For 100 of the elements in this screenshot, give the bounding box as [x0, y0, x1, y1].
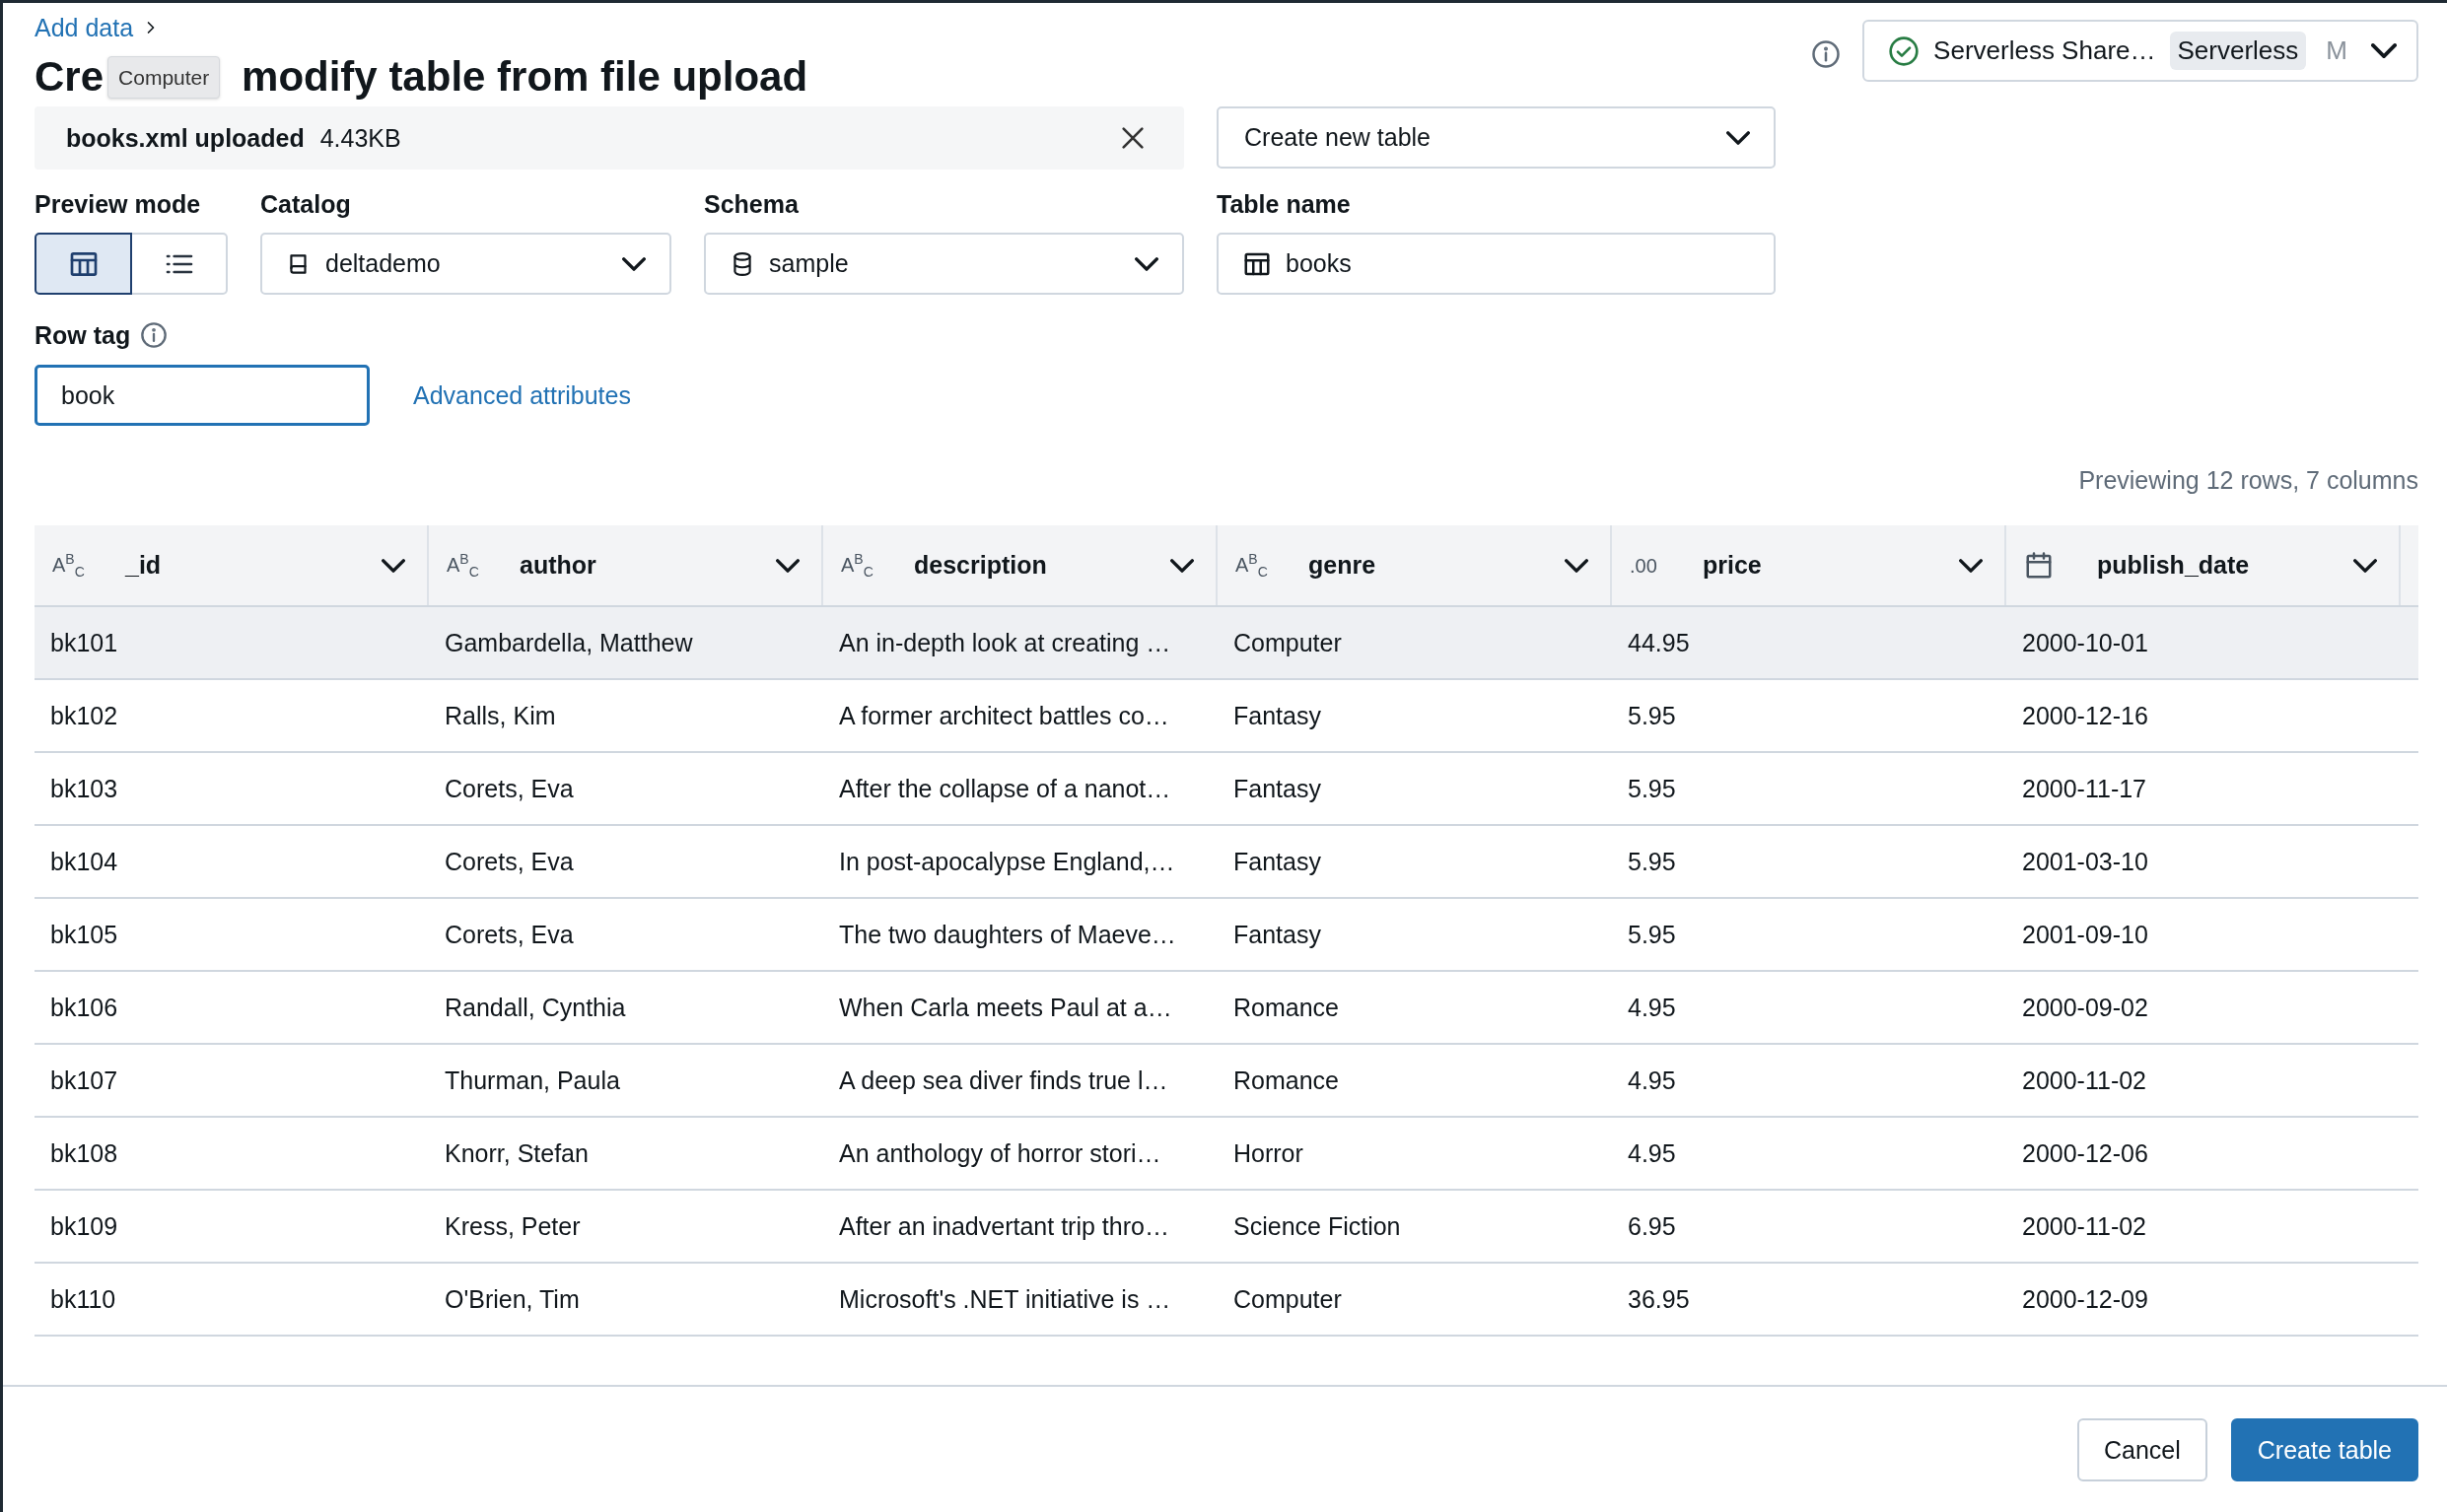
table-cell-text: 5.95 — [1627, 847, 1677, 876]
table-cell-text: bk105 — [49, 920, 119, 949]
table-cell-text: After an inadvertant trip thro… — [838, 1211, 1170, 1241]
compute-initial: M — [2326, 35, 2347, 66]
table-cell-text: 2001-03-10 — [2021, 847, 2149, 876]
caret-icon — [382, 558, 405, 573]
table-cell-text: Fantasy — [1232, 920, 1322, 949]
table-cell-text: Computer — [1232, 628, 1343, 657]
table-cell-text: An in-depth look at creating … — [838, 628, 1172, 657]
table-cell-text: Fantasy — [1232, 701, 1322, 730]
table-cell-text: A former architect battles co… — [838, 701, 1170, 730]
table-cell-text: 5.95 — [1627, 774, 1677, 803]
table-name-value: books — [1286, 249, 1353, 278]
table-cell-text: bk108 — [49, 1138, 119, 1168]
caret-icon — [2371, 43, 2397, 58]
table-cell-text: Corets, Eva — [444, 774, 575, 803]
column-name: description — [914, 551, 1048, 580]
table-cell-text: bk107 — [49, 1065, 119, 1095]
caret-icon — [776, 558, 800, 573]
table-cell-text: bk109 — [49, 1211, 119, 1241]
table-row[interactable]: bk107 Thurman, Paula A deep sea diver finds true l… Romance 4.95 2000-11-02 — [35, 1045, 2418, 1118]
table-cell-text: 2000-11-17 — [2021, 774, 2148, 803]
table-cell-text: 2000-09-02 — [2021, 993, 2149, 1022]
schema-value: sample — [769, 249, 850, 278]
caret-icon — [1565, 558, 1588, 573]
table-row[interactable]: bk103 Corets, Eva After the collapse of a nanot… Fantasy 5.95 2000-11-17 — [35, 753, 2418, 826]
table-cell-text: 2000-12-09 — [2021, 1284, 2149, 1314]
table-action-dropdown[interactable]: Create new table — [1217, 106, 1776, 169]
table-cell-text: 2000-10-01 — [2021, 628, 2149, 657]
table-cell-text: Knorr, Stefan — [444, 1138, 590, 1168]
info-icon — [1811, 39, 1842, 69]
table-cell-text: 4.95 — [1627, 993, 1677, 1022]
table-cell-text: Computer — [1232, 1284, 1343, 1314]
caret-icon — [1135, 256, 1158, 271]
compute-name: Serverless Share… — [1933, 35, 2156, 66]
table-row[interactable]: bk108 Knorr, Stefan An anthology of horror stori… Horror 4.95 2000-12-06 — [35, 1118, 2418, 1191]
page-title: modify table from file upload — [242, 53, 808, 101]
table-cell-text: 5.95 — [1627, 701, 1677, 730]
field-label: Preview mode — [35, 189, 202, 220]
table-cell-text: When Carla meets Paul at a… — [838, 993, 1173, 1022]
table-row[interactable]: bk109 Kress, Peter After an inadvertant trip thro… Science Fiction 6.95 2000-11-02 — [35, 1191, 2418, 1264]
table-row[interactable]: bk106 Randall, Cynthia When Carla meets Paul at a… Romance 4.95 2000-09-02 — [35, 972, 2418, 1045]
table-cell-text: A deep sea diver finds true l… — [838, 1065, 1169, 1095]
compute-selector[interactable]: Serverless Share… Serverless M — [1862, 20, 2418, 82]
table-cell-text: The two daughters of Maeve… — [838, 920, 1177, 949]
table-action-value: Create new table — [1244, 123, 1432, 152]
cancel-button[interactable]: Cancel — [2076, 1418, 2207, 1481]
caret-icon — [622, 256, 646, 271]
table-row[interactable]: bk110 O'Brien, Tim Microsoft's .NET initiative is … Computer 36.95 2000-12-09 — [35, 1264, 2418, 1337]
table-cell-text: Fantasy — [1232, 847, 1322, 876]
table-cell-text: 4.95 — [1627, 1138, 1677, 1168]
schema-dropdown[interactable]: sample — [704, 233, 1184, 295]
table-cell-text: After the collapse of a nanot… — [838, 774, 1172, 803]
column-header[interactable]: publish_date — [2006, 525, 2401, 605]
table-row[interactable]: bk104 Corets, Eva In post-apocalypse England,… Fantasy 5.95 2001-03-10 — [35, 826, 2418, 899]
table-cell-text: Corets, Eva — [444, 920, 575, 949]
table-cell-text: Romance — [1232, 993, 1340, 1022]
table-cell-text: Corets, Eva — [444, 847, 575, 876]
calendar-icon — [2024, 550, 2054, 581]
table-cell-text: O'Brien, Tim — [444, 1284, 581, 1314]
table-cell-text: An anthology of horror stori… — [838, 1138, 1162, 1168]
table-cell-text: 2000-12-16 — [2021, 701, 2149, 730]
table-cell-text: 6.95 — [1627, 1211, 1677, 1241]
caret-icon — [1959, 558, 1983, 573]
table-cell-text: bk101 — [49, 628, 119, 657]
field-label: Row tag — [35, 320, 131, 350]
table-row[interactable]: bk101 Gambardella, Matthew An in-depth look at creating … Computer 44.95 2000-10-01 — [35, 607, 2418, 680]
caret-icon — [2353, 558, 2377, 573]
field-label: Schema — [704, 189, 800, 220]
check-circle-icon — [1888, 34, 1921, 67]
table-cell-text: Gambardella, Matthew — [444, 628, 694, 657]
create-button[interactable]: Create table — [2230, 1418, 2418, 1481]
table-cell-text: Randall, Cynthia — [444, 993, 627, 1022]
table-cell-text: 2000-12-06 — [2021, 1138, 2149, 1168]
column-name: publish_date — [2097, 551, 2251, 580]
column-header[interactable]: .00 price — [1612, 525, 2006, 605]
row-tag-input[interactable]: book — [35, 365, 370, 426]
table-cell-text: 44.95 — [1627, 628, 1691, 657]
table-cell-text: 4.95 — [1627, 1065, 1677, 1095]
advanced-attributes-link[interactable]: Advanced attributes — [413, 380, 631, 410]
breadcrumb-link[interactable]: Add data — [35, 13, 134, 42]
preview-summary: Previewing 12 rows, 7 columns — [2077, 465, 2418, 496]
table-cell-text: Microsoft's .NET initiative is … — [838, 1284, 1172, 1314]
file-name: books.xml uploaded — [66, 123, 305, 153]
column-name: _id — [125, 551, 163, 580]
table-cell-text: Thurman, Paula — [444, 1065, 621, 1095]
table-row[interactable]: bk105 Corets, Eva The two daughters of Maeve… Fantasy 5.95 2001-09-10 — [35, 899, 2418, 972]
table-cell-text: 5.95 — [1627, 920, 1677, 949]
table-name-field[interactable]: books — [1217, 233, 1776, 295]
table-cell-text: 2000-11-02 — [2021, 1065, 2148, 1095]
table-cell-text: Horror — [1232, 1138, 1304, 1168]
table-cell-text: bk106 — [49, 993, 119, 1022]
catalog-dropdown[interactable]: deltademo — [260, 233, 671, 295]
table-cell-text: Fantasy — [1232, 774, 1322, 803]
view-toggle-button[interactable] — [35, 233, 132, 295]
column-name: price — [1703, 551, 1763, 580]
caret-icon — [1170, 558, 1194, 573]
table-row[interactable]: bk102 Ralls, Kim A former architect battles co… Fantasy 5.95 2000-12-16 — [35, 680, 2418, 753]
table-cell-text: 36.95 — [1627, 1284, 1691, 1314]
field-label: Catalog — [260, 189, 352, 220]
